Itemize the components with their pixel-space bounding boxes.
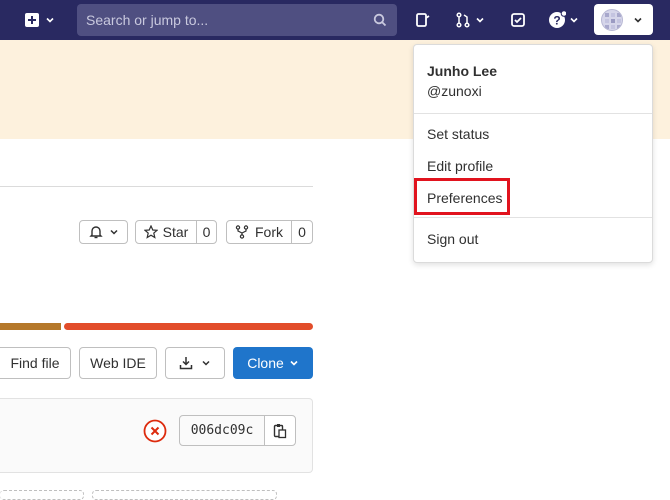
menu-item-sign-out[interactable]: Sign out <box>427 231 478 247</box>
chevron-down-icon <box>569 17 578 23</box>
chevron-down-icon <box>290 360 298 366</box>
merge-request-icon <box>456 12 470 28</box>
menu-divider <box>414 217 652 218</box>
download-icon <box>179 357 193 370</box>
pipeline-failed-icon[interactable] <box>143 419 167 443</box>
top-navbar: Search or jump to... ? <box>0 0 670 40</box>
bell-icon <box>88 226 103 239</box>
star-icon <box>143 225 158 239</box>
language-bar-segment <box>0 323 61 330</box>
chevron-down-icon <box>202 360 210 366</box>
plus-square-icon <box>25 13 39 27</box>
notifications-button[interactable] <box>79 220 128 244</box>
dashed-placeholder <box>0 490 84 500</box>
fork-label: Fork <box>255 224 283 240</box>
new-menu-button[interactable] <box>22 10 58 30</box>
dashed-placeholder <box>92 490 277 500</box>
download-button[interactable] <box>165 347 225 379</box>
search-input[interactable]: Search or jump to... <box>77 4 397 36</box>
copy-icon <box>273 423 287 438</box>
star-button[interactable]: Star <box>135 220 197 244</box>
chevron-down-icon <box>476 17 484 23</box>
star-count[interactable]: 0 <box>196 220 217 244</box>
web-ide-label: Web IDE <box>90 355 146 371</box>
fork-count[interactable]: 0 <box>291 220 313 244</box>
web-ide-button[interactable]: Web IDE <box>79 347 157 379</box>
menu-item-edit-profile[interactable]: Edit profile <box>427 158 493 174</box>
user-full-name: Junho Lee <box>427 63 498 79</box>
language-bar-segment <box>64 323 313 330</box>
avatar <box>601 8 623 31</box>
menu-item-set-status[interactable]: Set status <box>427 126 489 142</box>
copy-sha-button[interactable] <box>264 415 296 446</box>
todos-button[interactable] <box>505 8 531 32</box>
highlight-box <box>414 178 510 215</box>
clone-label: Clone <box>247 355 284 371</box>
fork-button[interactable]: Fork <box>226 220 292 244</box>
merge-requests-button[interactable] <box>450 8 490 32</box>
divider <box>0 186 313 187</box>
fork-icon <box>235 225 249 239</box>
find-file-label: Find file <box>10 355 60 371</box>
search-placeholder: Search or jump to... <box>86 12 209 28</box>
chevron-down-icon <box>634 17 642 23</box>
clone-button[interactable]: Clone <box>233 347 313 379</box>
search-icon <box>373 13 387 27</box>
star-label: Star <box>162 224 189 240</box>
user-menu-button[interactable] <box>594 4 653 35</box>
issues-button[interactable] <box>410 8 436 32</box>
menu-divider <box>414 113 652 114</box>
user-dropdown-menu: Junho Lee @zunoxi Set status Edit profil… <box>413 44 653 263</box>
todo-check-icon <box>511 13 525 27</box>
svg-text:?: ? <box>553 14 560 28</box>
find-file-button[interactable]: Find file <box>0 347 71 379</box>
chevron-down-icon <box>109 229 118 235</box>
commit-sha[interactable]: 006dc09c <box>179 415 265 446</box>
user-username: @zunoxi <box>427 83 482 99</box>
help-icon: ? <box>548 11 566 28</box>
issues-icon <box>416 13 430 27</box>
help-button[interactable]: ? <box>542 8 584 32</box>
chevron-down-icon <box>46 17 54 23</box>
